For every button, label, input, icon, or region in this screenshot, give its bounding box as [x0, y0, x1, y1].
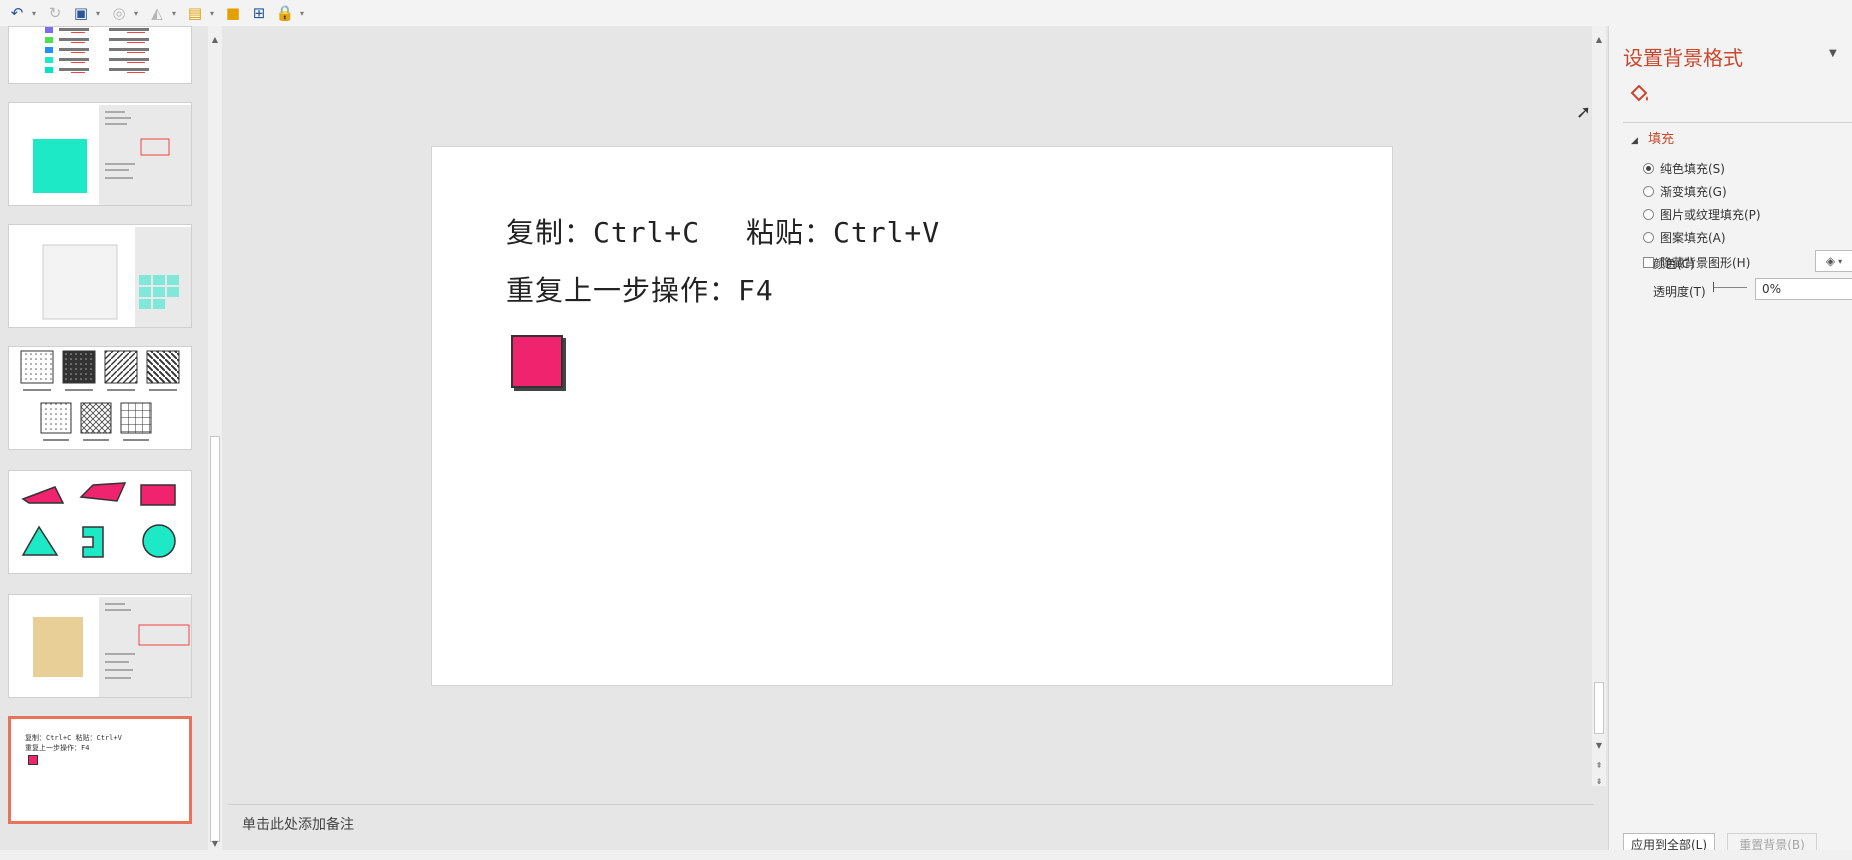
gradient-fill-option[interactable]: 渐变填充(G) [1643, 183, 1727, 200]
slide-thumbnail[interactable] [8, 594, 192, 698]
paste-shortcut-text[interactable]: 粘贴：Ctrl+V [746, 211, 940, 251]
color-dropdown-icon: ▾ [1838, 256, 1843, 266]
gradient-fill-label: 渐变填充(G) [1660, 185, 1727, 199]
transparency-value: 0% [1762, 282, 1782, 296]
undo-icon[interactable]: ↶ [6, 2, 28, 24]
slide-thumbnail[interactable] [8, 26, 192, 84]
shape-fill-icon[interactable]: ◎ [108, 2, 130, 24]
pattern-fill-radio[interactable] [1643, 232, 1654, 243]
thumbnail-image [45, 27, 149, 73]
thumbnail-image [21, 482, 176, 558]
thumbnail-square [28, 755, 38, 765]
scroll-up-icon[interactable]: ▲ [208, 32, 222, 46]
font-color-dropdown-icon[interactable]: ▾ [172, 9, 180, 18]
slide-thumbnail[interactable] [8, 102, 192, 206]
repeat-shortcut-text[interactable]: 重复上一步操作：F4 [506, 269, 774, 309]
customize-toolbar-icon[interactable]: ▾ [300, 9, 308, 18]
slide-scrollbar[interactable]: ▲ ▼ ⇞ ⇟ [1592, 26, 1606, 786]
transparency-label: 透明度(T) [1653, 283, 1706, 300]
layout-icon[interactable]: ⊞ [248, 2, 270, 24]
fill-section-header[interactable]: ◢ 填充 [1631, 128, 1674, 147]
scrollbar-thumb[interactable] [1594, 682, 1604, 734]
scroll-up-icon[interactable]: ▲ [1592, 32, 1606, 46]
solid-fill-radio[interactable] [1643, 163, 1654, 174]
transparency-input[interactable]: 0% [1755, 278, 1852, 300]
format-painter-icon[interactable]: ▤ [184, 2, 206, 24]
copy-shortcut-text[interactable]: 复制：Ctrl+C [506, 211, 700, 251]
notes-placeholder: 单击此处添加备注 [242, 816, 354, 833]
notes-pane[interactable]: 单击此处添加备注 [228, 804, 1594, 842]
scroll-down-icon[interactable]: ▼ [208, 836, 222, 850]
color-label-text: 颜色(C) [1653, 257, 1695, 271]
next-slide-icon[interactable]: ⇟ [1592, 774, 1606, 788]
picture-fill-option[interactable]: 图片或纹理填充(P) [1643, 206, 1761, 223]
fill-section-label: 填充 [1648, 132, 1675, 147]
pink-square-shape[interactable] [511, 335, 563, 388]
slide-thumbnail[interactable] [8, 470, 192, 574]
slide-canvas[interactable]: 复制：Ctrl+C 粘贴：Ctrl+V 重复上一步操作：F4 [431, 146, 1393, 686]
solid-fill-label: 纯色填充(S) [1660, 162, 1725, 176]
shapes-icon[interactable]: ▣ [70, 2, 92, 24]
thumbnail-text-line2: 重复上一步操作：F4 [25, 744, 90, 752]
scroll-down-icon[interactable]: ▼ [1592, 738, 1606, 752]
gradient-fill-radio[interactable] [1643, 186, 1654, 197]
font-color-icon[interactable]: ◭ [146, 2, 168, 24]
collapse-triangle-icon: ◢ [1631, 136, 1638, 146]
picture-fill-label: 图片或纹理填充(P) [1660, 208, 1761, 222]
slide-thumbnail-selected[interactable]: 复制：Ctrl+C 粘贴：Ctrl+V 重复上一步操作：F4 [8, 716, 192, 824]
picture-fill-radio[interactable] [1643, 209, 1654, 220]
pane-title: 设置背景格式 [1623, 46, 1743, 70]
slide-thumbnail[interactable] [8, 224, 192, 328]
transparency-slider[interactable] [1713, 282, 1747, 292]
tab-divider [1623, 122, 1852, 123]
shape-fill-dropdown-icon[interactable]: ▾ [134, 9, 142, 18]
fill-bucket-icon[interactable] [1627, 82, 1651, 106]
color-label: 颜色(C) [1653, 255, 1695, 272]
format-background-pane: 设置背景格式 ▼ ◢ 填充 纯色填充(S) 渐变填充(G) 图片或纹理填充(P) [1608, 26, 1852, 855]
redo-icon[interactable]: ↻ [44, 2, 66, 24]
thumbnail-pane: 复制：Ctrl+C 粘贴：Ctrl+V 重复上一步操作：F4 [0, 26, 208, 850]
new-slide-icon[interactable]: ■ [222, 2, 244, 24]
quick-access-toolbar: ↶ ▾ ↻ ▣ ▾ ◎ ▾ ◭ ▾ ▤ ▾ ■ ⊞ 🔒 ▾ [0, 0, 1852, 26]
thumbnail-image [42, 227, 191, 327]
thumbnail-image [9, 595, 191, 697]
paint-bucket-icon: ◈ [1825, 254, 1836, 268]
pattern-fill-label: 图案填充(A) [1660, 231, 1726, 245]
undo-dropdown-icon[interactable]: ▾ [32, 9, 40, 18]
pattern-fill-option[interactable]: 图案填充(A) [1643, 229, 1726, 246]
shapes-dropdown-icon[interactable]: ▾ [96, 9, 104, 18]
format-dropdown-icon[interactable]: ▾ [210, 9, 218, 18]
mouse-cursor-icon: ➚ [1576, 102, 1592, 123]
solid-fill-option[interactable]: 纯色填充(S) [1643, 160, 1725, 177]
slide-thumbnail[interactable] [8, 346, 192, 450]
color-picker-button[interactable]: ◈ ▾ [1815, 250, 1852, 272]
slider-handle[interactable] [1713, 282, 1714, 292]
transparency-label-text: 透明度(T) [1653, 285, 1706, 299]
thumbnail-image [9, 103, 191, 205]
thumbnail-image [20, 350, 180, 441]
thumbnail-text-line1: 复制：Ctrl+C 粘贴：Ctrl+V [25, 734, 122, 742]
status-bar [0, 850, 1852, 860]
lock-icon[interactable]: 🔒 [274, 2, 296, 24]
scrollbar-thumb[interactable] [210, 436, 220, 842]
pane-options-dropdown-icon[interactable]: ▼ [1829, 48, 1837, 59]
thumbnail-scrollbar[interactable]: ▲ ▼ [208, 26, 222, 850]
previous-slide-icon[interactable]: ⇞ [1592, 758, 1606, 772]
